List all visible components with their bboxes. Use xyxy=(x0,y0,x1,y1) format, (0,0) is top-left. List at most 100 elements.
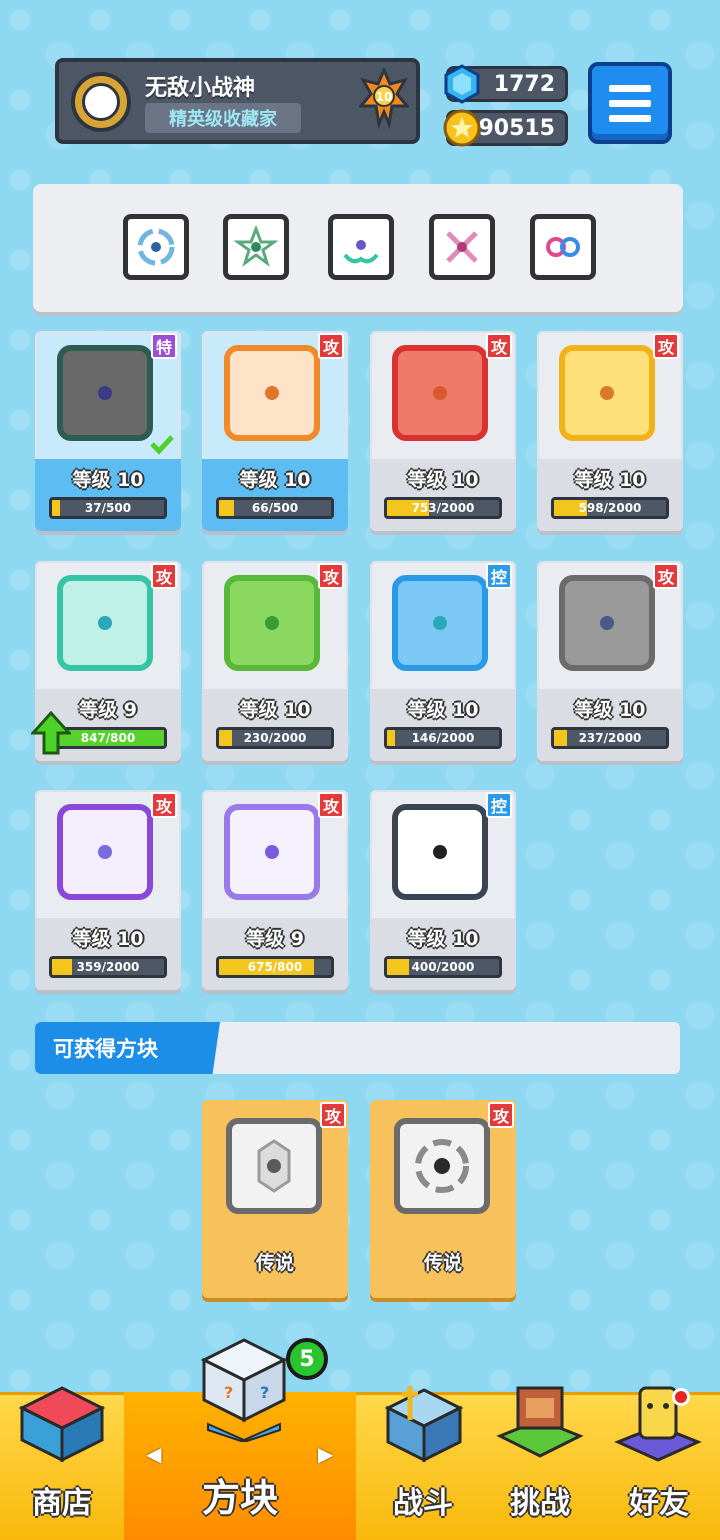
xp-progress-bar: 359/2000 xyxy=(49,956,167,978)
prev-arrow-icon[interactable]: ◀ xyxy=(146,1442,161,1466)
xp-progress-bar: 753/2000 xyxy=(384,497,502,519)
dice-pip xyxy=(265,386,279,400)
xp-progress-bar: 675/800 xyxy=(216,956,334,978)
nav-challenge[interactable]: 挑战 xyxy=(482,1386,598,1540)
attack-tag: 攻 xyxy=(320,1102,346,1128)
menu-line xyxy=(609,99,651,107)
dice-card[interactable]: 攻等级 10 237/2000 xyxy=(537,561,683,761)
xp-progress-bar: 66/500 xyxy=(216,497,334,519)
dice-card[interactable]: 特等级 10 37/500 xyxy=(35,331,181,531)
xp-text: 237/2000 xyxy=(578,731,642,745)
xp-progress-bar: 400/2000 xyxy=(384,956,502,978)
rank-badge[interactable]: 10 xyxy=(357,66,411,130)
dice-card[interactable]: 攻等级 10 359/2000 xyxy=(35,790,181,990)
ice-dice-icon xyxy=(392,575,488,671)
obtainable-title: 可获得方块 xyxy=(35,1022,220,1074)
gear-dice-icon xyxy=(559,575,655,671)
xp-text: 230/2000 xyxy=(243,731,307,745)
dice-pip xyxy=(265,845,279,859)
nav-challenge-label: 挑战 xyxy=(510,1486,570,1521)
dice-card[interactable]: 攻等级 10 753/2000 xyxy=(370,331,516,531)
deck-slot[interactable] xyxy=(123,214,189,280)
lock-dice-icon xyxy=(392,804,488,900)
xp-text: 598/2000 xyxy=(578,501,642,515)
level-label: 等级 10 xyxy=(574,699,646,721)
deck-slot[interactable] xyxy=(530,214,596,280)
type-tag: 特 xyxy=(151,333,177,359)
legendary-card[interactable]: 攻 传说 xyxy=(202,1100,348,1298)
dice-card[interactable]: 控等级 10 146/2000 xyxy=(370,561,516,761)
dice-notification-badge: 5 xyxy=(286,1338,328,1380)
dice-card[interactable]: 攻等级 10 66/500 xyxy=(202,331,348,531)
equipped-check-icon xyxy=(150,435,174,455)
dice-card[interactable]: 控等级 10 400/2000 xyxy=(370,790,516,990)
svg-text:?: ? xyxy=(224,1383,233,1402)
cross-dice-icon xyxy=(446,231,478,263)
next-arrow-icon[interactable]: ▶ xyxy=(318,1442,333,1466)
type-tag: 攻 xyxy=(653,333,679,359)
dice-card[interactable]: 攻等级 9 675/800 xyxy=(202,790,348,990)
level-label: 等级 10 xyxy=(72,928,144,950)
xp-progress-bar: 237/2000 xyxy=(551,727,669,749)
type-tag: 攻 xyxy=(151,792,177,818)
mystery-dice-icon xyxy=(224,804,320,900)
type-tag: 攻 xyxy=(318,563,344,589)
level-label: 等级 10 xyxy=(72,469,144,491)
nav-battle[interactable]: 战斗 xyxy=(362,1386,484,1540)
coin-icon xyxy=(443,109,481,147)
legendary-card[interactable]: 攻 传说 xyxy=(370,1100,516,1298)
xp-text: 359/2000 xyxy=(76,960,140,974)
friends-alert-dot xyxy=(672,1388,690,1406)
challenge-board-icon xyxy=(496,1386,584,1458)
dice-pip xyxy=(265,616,279,630)
deck-slot[interactable] xyxy=(429,214,495,280)
fire-dice-icon xyxy=(392,345,488,441)
xp-progress-bar: 230/2000 xyxy=(216,727,334,749)
rank-star-icon: 10 xyxy=(357,66,411,130)
poison-dice-icon xyxy=(224,575,320,671)
xp-text: 675/800 xyxy=(247,960,303,974)
xp-text: 400/2000 xyxy=(411,960,475,974)
avatar[interactable] xyxy=(71,72,131,132)
xp-progress-bar: 146/2000 xyxy=(384,727,502,749)
menu-line xyxy=(609,84,651,92)
deck-slot[interactable] xyxy=(328,214,394,280)
nav-dice[interactable]: ? ? ◀ ▶ 方块 xyxy=(124,1338,356,1540)
bow-dice-icon xyxy=(224,345,320,441)
player-name: 无敌小战神 xyxy=(145,76,256,101)
rank-level: 10 xyxy=(376,90,393,104)
gem-counter[interactable]: 1772 xyxy=(444,64,568,104)
dice-pip xyxy=(98,845,112,859)
equipped-deck xyxy=(33,184,683,312)
vortex-dice-icon xyxy=(137,228,175,266)
nav-battle-label: 战斗 xyxy=(393,1486,453,1521)
rarity-label: 传说 xyxy=(255,1252,294,1274)
type-tag: 控 xyxy=(486,563,512,589)
menu-button[interactable] xyxy=(588,62,672,144)
level-label: 等级 10 xyxy=(407,699,479,721)
deck-slot[interactable] xyxy=(223,214,289,280)
dice-card[interactable]: 攻等级 9 847/800 xyxy=(31,561,181,761)
xp-progress-bar: 37/500 xyxy=(49,497,167,519)
type-tag: 攻 xyxy=(318,792,344,818)
dice-pip xyxy=(98,616,112,630)
battle-shield-icon xyxy=(384,1386,464,1463)
level-label: 等级 9 xyxy=(246,928,304,950)
nav-friends[interactable]: 好友 xyxy=(598,1386,720,1540)
dragon-vortex-dice-icon xyxy=(394,1118,490,1214)
level-label: 等级 10 xyxy=(239,699,311,721)
profile-panel[interactable]: 无敌小战神 精英级收藏家 10 xyxy=(55,58,420,144)
dice-pip xyxy=(433,845,447,859)
dice-pip xyxy=(600,616,614,630)
nav-shop[interactable]: 商店 xyxy=(0,1386,124,1540)
type-tag: 攻 xyxy=(486,333,512,359)
upgrade-arrow-icon[interactable] xyxy=(31,711,71,755)
menu-line xyxy=(609,114,651,122)
type-tag: 攻 xyxy=(653,563,679,589)
dice-card[interactable]: 攻等级 10 598/2000 xyxy=(537,331,683,531)
healing-hands-dice-icon xyxy=(57,345,174,455)
xp-text: 66/500 xyxy=(251,501,299,515)
rarity-label: 传说 xyxy=(423,1252,462,1274)
coin-counter[interactable]: 90515 xyxy=(443,109,568,147)
dice-card[interactable]: 攻等级 10 230/2000 xyxy=(202,561,348,761)
